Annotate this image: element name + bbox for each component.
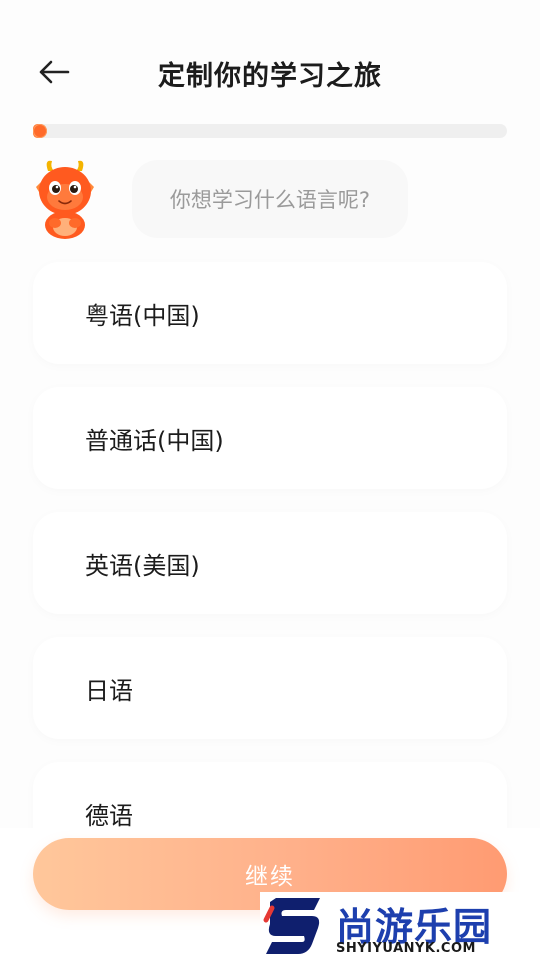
watermark-url: SHYIYUANYK.COM <box>336 941 476 956</box>
question-bubble: 你想学习什么语言呢? <box>132 160 408 238</box>
option-label: 日语 <box>85 677 133 705</box>
language-option-list: 粤语(中国) 普通话(中国) 英语(美国) 日语 德语 <box>33 262 507 887</box>
continue-label: 继续 <box>245 864 295 890</box>
page-title: 定制你的学习之旅 <box>158 61 382 92</box>
question-text: 你想学习什么语言呢? <box>169 188 371 212</box>
language-option-mandarin[interactable]: 普通话(中国) <box>33 387 507 489</box>
watermark: 尚游乐园 SHYIYUANYK.COM <box>260 892 540 960</box>
dragon-mascot-icon <box>30 157 100 239</box>
option-label: 英语(美国) <box>85 552 200 580</box>
watermark-logo-icon <box>263 898 320 954</box>
header: 定制你的学习之旅 <box>0 40 540 104</box>
option-label: 德语 <box>85 802 133 830</box>
language-option-cantonese[interactable]: 粤语(中国) <box>33 262 507 364</box>
option-label: 粤语(中国) <box>85 302 200 330</box>
language-option-english[interactable]: 英语(美国) <box>33 512 507 614</box>
option-label: 普通话(中国) <box>85 427 224 455</box>
language-option-japanese[interactable]: 日语 <box>33 637 507 739</box>
progress-bar <box>33 124 507 138</box>
progress-indicator <box>33 124 47 138</box>
